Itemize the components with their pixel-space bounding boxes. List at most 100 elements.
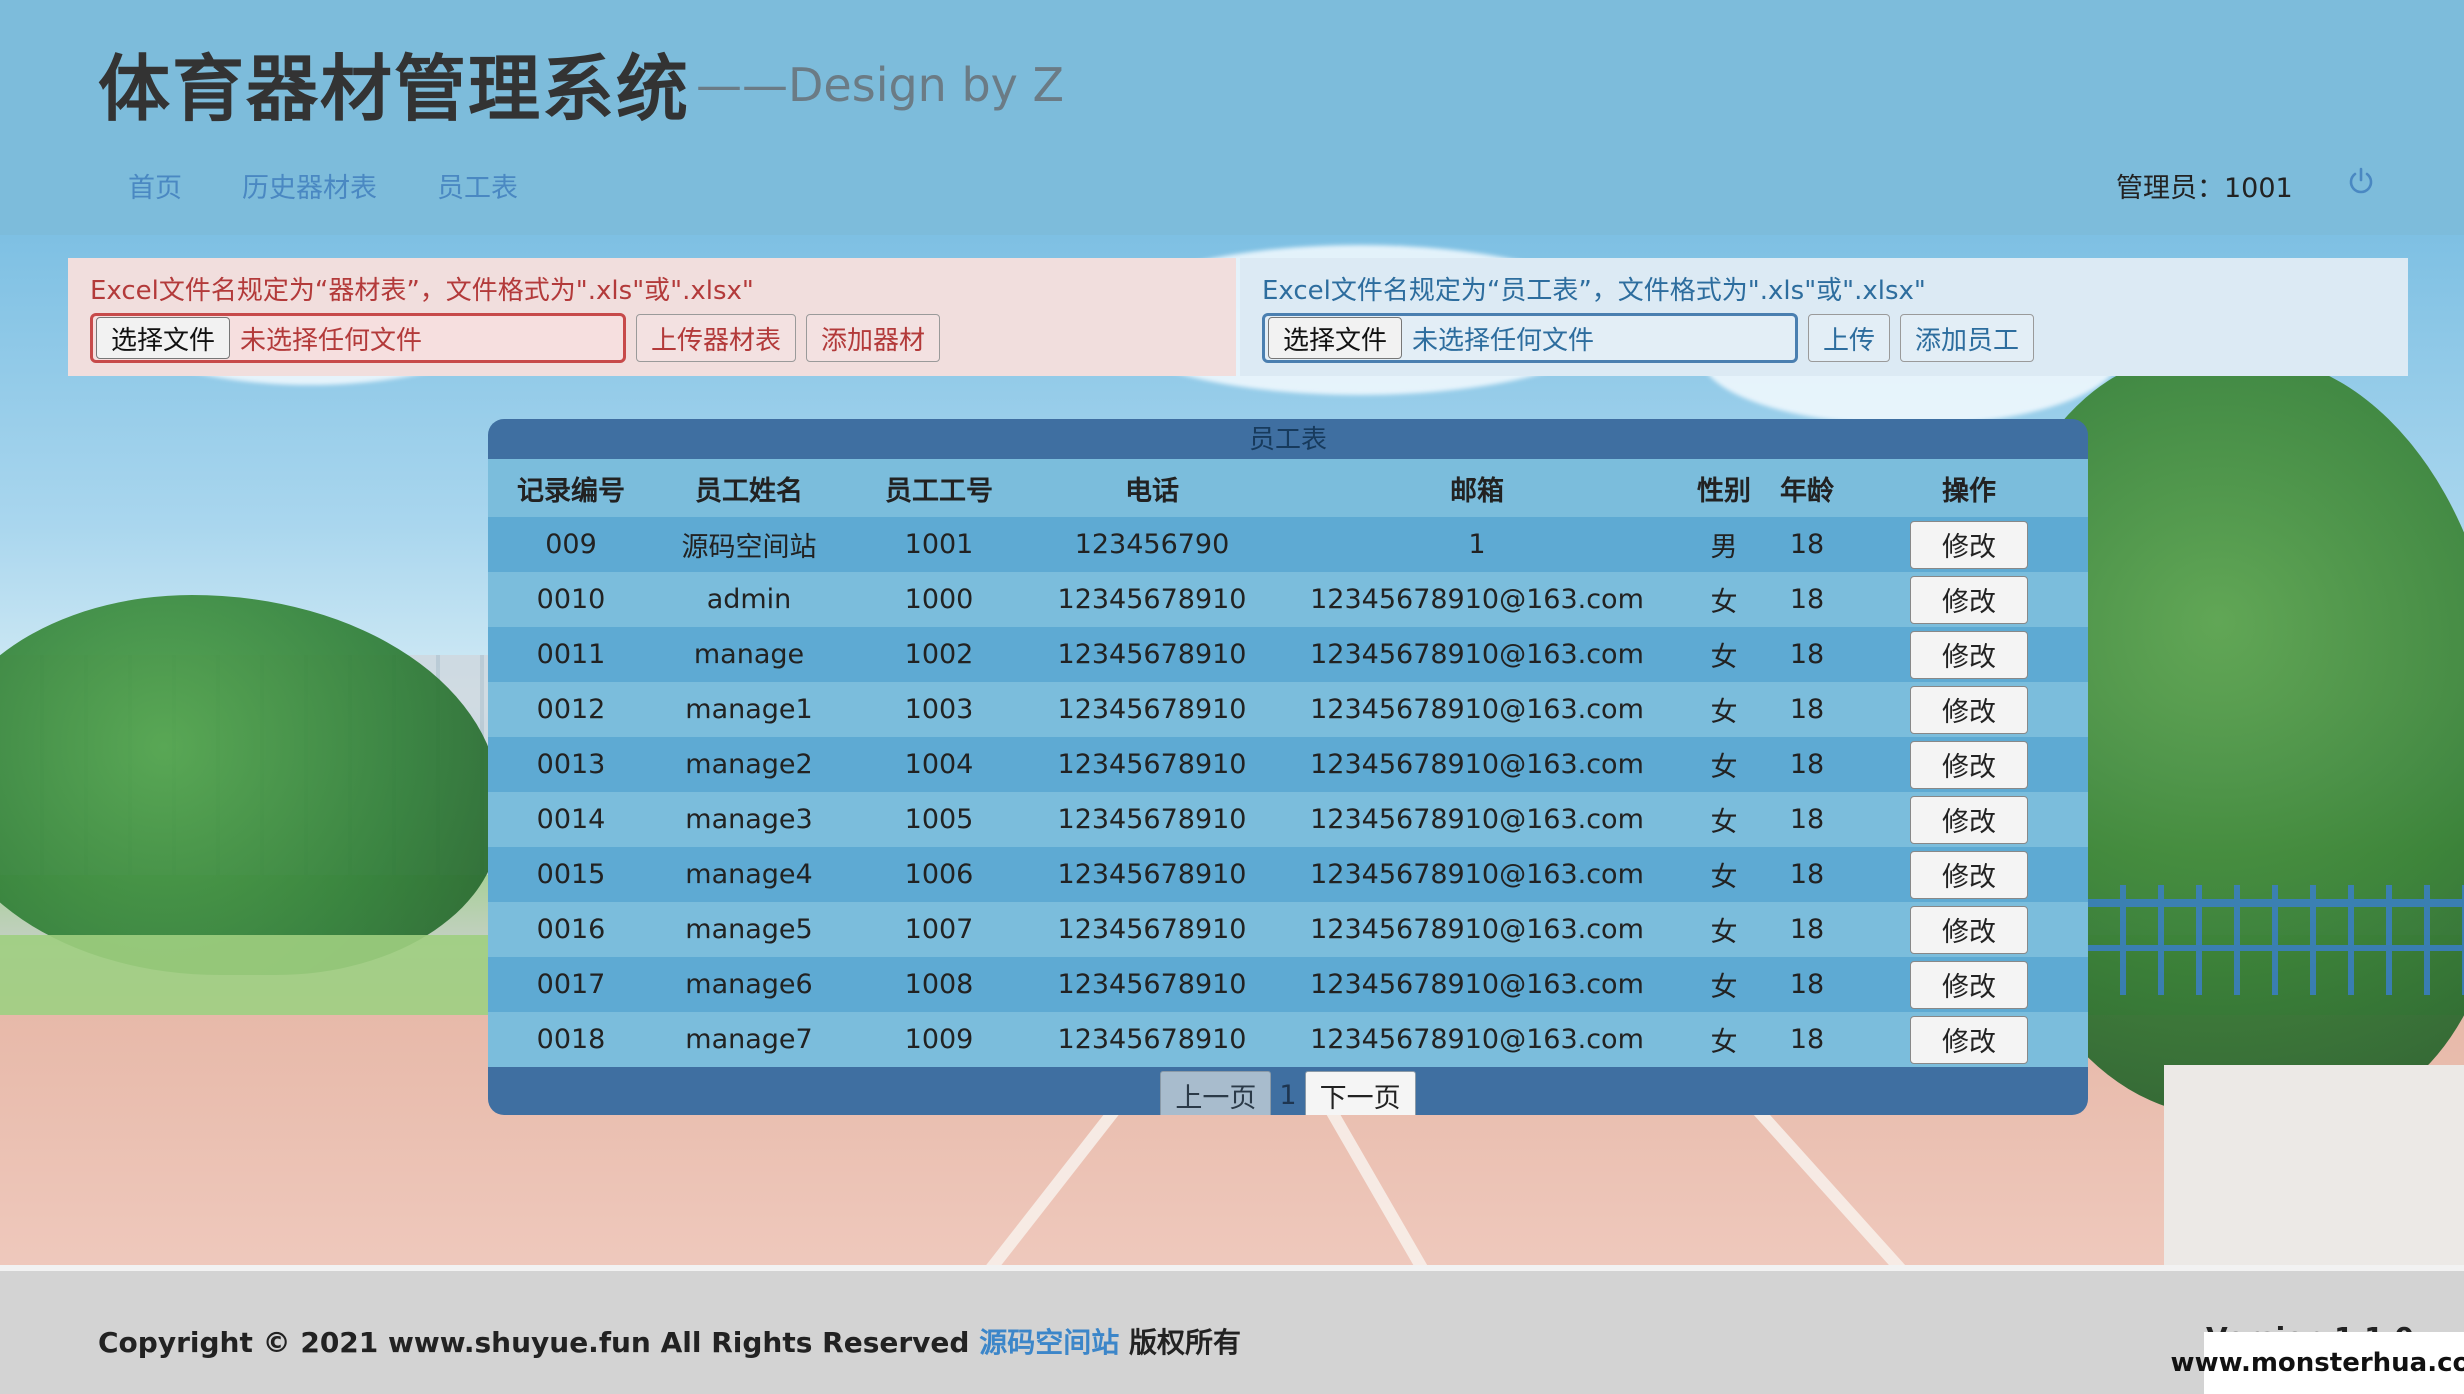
table-row: 0011 manage 1002 12345678910 12345678910@163… [488, 627, 2088, 682]
col-employee-number: 员工工号 [844, 459, 1034, 517]
cell-age: 18 [1764, 792, 1850, 847]
cell-record-id: 0010 [488, 572, 654, 627]
col-age: 年龄 [1764, 459, 1850, 517]
cell-actions: 修改 [1850, 737, 2088, 792]
table-row: 0015 manage4 1006 12345678910 12345678910@16… [488, 847, 2088, 902]
employee-upload-panel: Excel文件名规定为“员工表”，文件格式为".xls"或".xlsx" 选择文… [1240, 258, 2408, 376]
nav-history-equipment[interactable]: 历史器材表 [242, 166, 377, 205]
cell-email: 12345678910@163.com [1270, 737, 1684, 792]
cell-gender: 女 [1684, 1012, 1764, 1067]
cell-employee-number: 1008 [844, 957, 1034, 1012]
cell-phone: 12345678910 [1034, 572, 1270, 627]
edit-button[interactable]: 修改 [1910, 520, 2028, 569]
cell-phone: 12345678910 [1034, 847, 1270, 902]
cell-employee-number: 1001 [844, 517, 1034, 572]
table-row: 0013 manage2 1004 12345678910 12345678910@16… [488, 737, 2088, 792]
cell-employee-number: 1002 [844, 627, 1034, 682]
watermark: www.monsterhua.com [2171, 1332, 2464, 1394]
cell-employee-name: manage1 [654, 682, 844, 737]
employee-table: 记录编号 员工姓名 员工工号 电话 邮箱 性别 年龄 操作 009 源码空间站 10… [488, 459, 2088, 1067]
cell-employee-name: manage4 [654, 847, 844, 902]
cell-phone: 12345678910 [1034, 737, 1270, 792]
equipment-upload-rule: Excel文件名规定为“器材表”，文件格式为".xls"或".xlsx" [90, 276, 754, 306]
cell-employee-number: 1004 [844, 737, 1034, 792]
cell-email: 1 [1270, 517, 1684, 572]
equipment-file-input[interactable]: 选择文件 未选择任何文件 [90, 313, 626, 363]
employee-upload-rule: Excel文件名规定为“员工表”，文件格式为".xls"或".xlsx" [1262, 276, 1926, 306]
employee-choose-file-button[interactable]: 选择文件 [1268, 317, 1403, 359]
upload-equipment-button[interactable]: 上传器材表 [636, 314, 797, 362]
cell-actions: 修改 [1850, 1012, 2088, 1067]
cell-age: 18 [1764, 682, 1850, 737]
prev-page-button[interactable]: 上一页 [1160, 1071, 1272, 1115]
edit-button[interactable]: 修改 [1910, 630, 2028, 679]
col-phone: 电话 [1034, 459, 1270, 517]
cell-phone: 12345678910 [1034, 627, 1270, 682]
employee-file-input[interactable]: 选择文件 未选择任何文件 [1262, 313, 1798, 363]
nav-home[interactable]: 首页 [128, 166, 182, 205]
cell-phone: 12345678910 [1034, 792, 1270, 847]
cell-age: 18 [1764, 847, 1850, 902]
cell-email: 12345678910@163.com [1270, 572, 1684, 627]
add-equipment-button[interactable]: 添加器材 [806, 314, 941, 362]
cell-phone: 123456790 [1034, 517, 1270, 572]
cell-gender: 女 [1684, 737, 1764, 792]
cell-email: 12345678910@163.com [1270, 902, 1684, 957]
employee-no-file-text: 未选择任何文件 [1412, 325, 1595, 356]
edit-button[interactable]: 修改 [1910, 1015, 2028, 1064]
footer: Copyright © 2021 www.shuyue.fun All Righ… [0, 1265, 2464, 1394]
edit-button[interactable]: 修改 [1910, 575, 2028, 624]
table-title: 员工表 [1248, 425, 1327, 455]
cell-gender: 女 [1684, 572, 1764, 627]
cell-email: 12345678910@163.com [1270, 627, 1684, 682]
cell-phone: 12345678910 [1034, 902, 1270, 957]
table-row: 0018 manage7 1009 12345678910 12345678910@16… [488, 1012, 2088, 1067]
cell-gender: 女 [1684, 627, 1764, 682]
edit-button[interactable]: 修改 [1910, 740, 2028, 789]
copyright-suffix: 版权所有 [1128, 1326, 1241, 1359]
cell-record-id: 0016 [488, 902, 654, 957]
table-row: 0016 manage5 1007 12345678910 12345678910@16… [488, 902, 2088, 957]
cell-gender: 男 [1684, 517, 1764, 572]
cell-employee-number: 1000 [844, 572, 1034, 627]
power-icon[interactable] [2346, 166, 2376, 196]
cell-age: 18 [1764, 737, 1850, 792]
cell-email: 12345678910@163.com [1270, 847, 1684, 902]
footer-site-link[interactable]: 源码空间站 [979, 1326, 1119, 1359]
cell-actions: 修改 [1850, 792, 2088, 847]
cell-employee-number: 1005 [844, 792, 1034, 847]
cell-age: 18 [1764, 627, 1850, 682]
cell-employee-name: manage6 [654, 957, 844, 1012]
cell-gender: 女 [1684, 792, 1764, 847]
edit-button[interactable]: 修改 [1910, 850, 2028, 899]
current-page: 1 [1279, 1079, 1297, 1111]
cell-record-id: 0012 [488, 682, 654, 737]
col-record-id: 记录编号 [488, 459, 654, 517]
edit-button[interactable]: 修改 [1910, 795, 2028, 844]
edit-button[interactable]: 修改 [1910, 960, 2028, 1009]
tree-left-shape [0, 595, 500, 975]
cell-employee-name: manage2 [654, 737, 844, 792]
equipment-choose-file-button[interactable]: 选择文件 [96, 317, 231, 359]
add-employee-button[interactable]: 添加员工 [1900, 314, 2035, 362]
copyright-prefix: Copyright © 2021 www.shuyue.fun All Righ… [98, 1326, 970, 1359]
cell-employee-name: manage3 [654, 792, 844, 847]
concrete-block-shape [2164, 1065, 2464, 1265]
cell-record-id: 0013 [488, 737, 654, 792]
cell-actions: 修改 [1850, 847, 2088, 902]
next-page-button[interactable]: 下一页 [1304, 1071, 1416, 1115]
edit-button[interactable]: 修改 [1910, 685, 2028, 734]
nav-employee-table[interactable]: 员工表 [437, 166, 518, 205]
cell-age: 18 [1764, 1012, 1850, 1067]
cell-employee-name: admin [654, 572, 844, 627]
table-header-row: 记录编号 员工姓名 员工工号 电话 邮箱 性别 年龄 操作 [488, 459, 2088, 517]
cell-email: 12345678910@163.com [1270, 957, 1684, 1012]
cell-employee-name: 源码空间站 [654, 517, 844, 572]
cell-age: 18 [1764, 572, 1850, 627]
equipment-upload-panel: Excel文件名规定为“器材表”，文件格式为".xls"或".xlsx" 选择文… [68, 258, 1236, 376]
edit-button[interactable]: 修改 [1910, 905, 2028, 954]
table-row: 0010 admin 1000 12345678910 12345678910@163.… [488, 572, 2088, 627]
employee-table-card: 员工表 记录编号 员工姓名 员工工号 电话 邮箱 性别 年龄 操作 009 源码空… [488, 419, 2088, 1115]
upload-employee-button[interactable]: 上传 [1808, 314, 1891, 362]
cell-actions: 修改 [1850, 902, 2088, 957]
